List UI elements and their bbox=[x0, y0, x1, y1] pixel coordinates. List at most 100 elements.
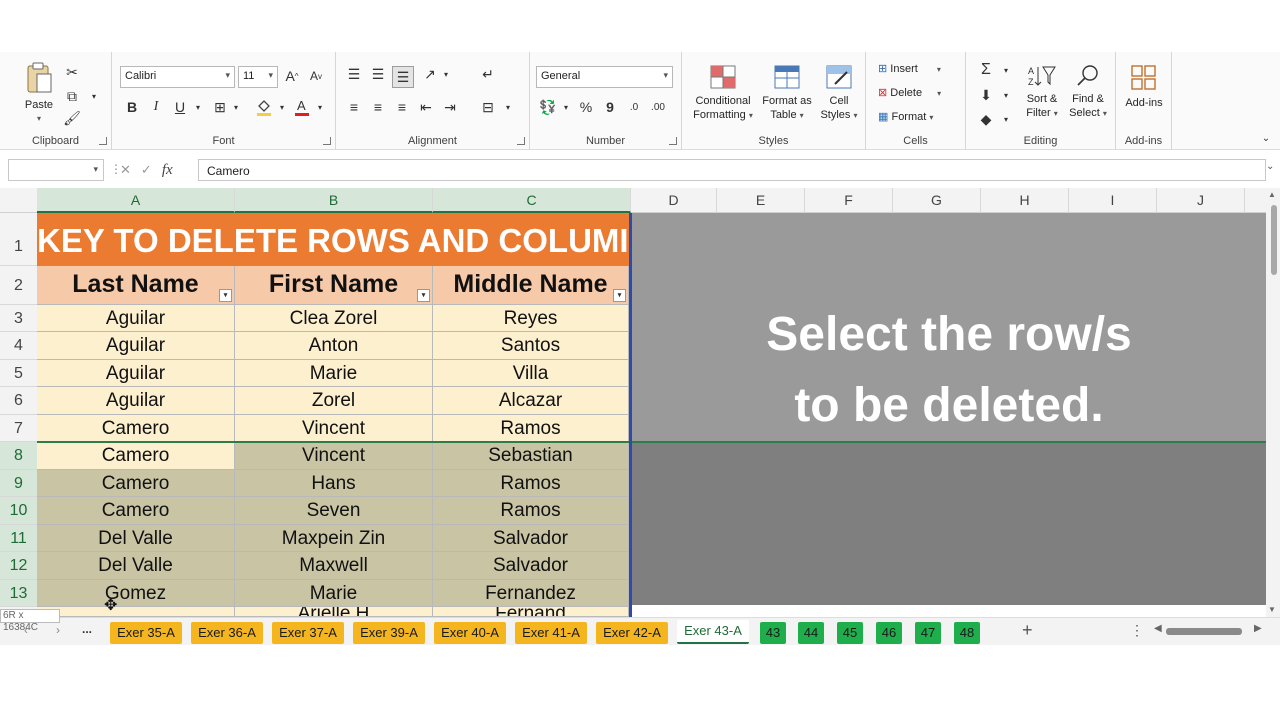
table-cell[interactable]: Maxpein Zin bbox=[235, 525, 433, 552]
row-header-8[interactable]: 8 bbox=[0, 442, 37, 470]
table-cell[interactable]: Salvador bbox=[433, 552, 629, 580]
find-select-button[interactable]: Find & Select ▾ bbox=[1066, 64, 1110, 121]
table-cell[interactable]: Clea Zorel bbox=[235, 305, 433, 332]
sheet-tab[interactable]: 47 bbox=[915, 622, 941, 644]
table-cell[interactable]: Del Valle bbox=[37, 552, 235, 580]
delete-button[interactable]: ⊠ Delete ▾ bbox=[878, 86, 941, 99]
fill-color-caret-icon[interactable]: ▾ bbox=[272, 97, 292, 117]
row-header-9[interactable]: 9 bbox=[0, 470, 37, 497]
filter-dropdown-icon[interactable]: ▾ bbox=[613, 289, 626, 302]
sheet-tab[interactable]: Exer 37-A bbox=[272, 622, 344, 644]
sheet-tab[interactable]: Exer 39-A bbox=[353, 622, 425, 644]
hscroll-right-icon[interactable]: ▶ bbox=[1254, 623, 1262, 634]
table-cell[interactable]: Ramos bbox=[433, 497, 629, 525]
table-cell-partial[interactable] bbox=[37, 607, 235, 617]
column-header-c[interactable]: C bbox=[433, 188, 631, 213]
insert-button[interactable]: ⊞ Insert ▾ bbox=[878, 62, 941, 75]
table-cell[interactable]: Seven bbox=[235, 497, 433, 525]
table-cell[interactable]: Aguilar bbox=[37, 332, 235, 360]
sheet-tab[interactable]: Exer 36-A bbox=[191, 622, 263, 644]
clear-icon[interactable]: ◆ bbox=[976, 109, 996, 129]
sheet-tab[interactable]: Exer 41-A bbox=[515, 622, 587, 644]
table-cell[interactable]: Reyes bbox=[433, 305, 629, 332]
table-cell[interactable]: Alcazar bbox=[433, 387, 629, 415]
alignment-launcher-icon[interactable] bbox=[517, 137, 525, 145]
borders-caret-icon[interactable]: ▾ bbox=[226, 97, 246, 117]
merge-caret-icon[interactable]: ▾ bbox=[498, 97, 518, 117]
cancel-icon[interactable]: ✕ bbox=[120, 162, 131, 178]
table-cell[interactable]: Vincent bbox=[235, 415, 433, 442]
table-cell[interactable]: Marie bbox=[235, 580, 433, 607]
top-align-icon[interactable]: ☰ bbox=[344, 64, 364, 84]
underline-caret-icon[interactable]: ▾ bbox=[188, 97, 208, 117]
table-cell[interactable]: Marie bbox=[235, 360, 433, 387]
add-sheet-button[interactable]: + bbox=[1022, 620, 1033, 641]
clipboard-launcher-icon[interactable] bbox=[99, 137, 107, 145]
align-right-icon[interactable]: ≡ bbox=[392, 97, 412, 117]
row-header-1[interactable]: 1 bbox=[0, 213, 37, 266]
table-cell[interactable]: Hans bbox=[235, 470, 433, 497]
horizontal-scroll-thumb[interactable] bbox=[1166, 628, 1242, 635]
cut-icon[interactable]: ✂ bbox=[62, 62, 82, 82]
table-cell[interactable]: Anton bbox=[235, 332, 433, 360]
column-header-a[interactable]: A bbox=[37, 188, 235, 213]
collapse-ribbon-icon[interactable]: ⌄ bbox=[1256, 128, 1276, 148]
filter-dropdown-icon[interactable]: ▾ bbox=[417, 289, 430, 302]
font-color-icon[interactable]: A bbox=[292, 97, 312, 117]
increase-font-icon[interactable]: A ^ bbox=[282, 66, 302, 86]
column-header-f[interactable]: F bbox=[805, 188, 893, 213]
increase-decimal-icon[interactable]: .0 bbox=[624, 97, 644, 117]
italic-button[interactable]: I bbox=[146, 97, 166, 117]
hscroll-left-icon[interactable]: ◀ bbox=[1154, 623, 1162, 634]
row-header-6[interactable]: 6 bbox=[0, 387, 37, 415]
table-header-cell[interactable]: Last Name ▾ bbox=[37, 266, 235, 305]
sheet-tab[interactable]: Exer 40-A bbox=[434, 622, 506, 644]
table-cell[interactable]: Del Valle bbox=[37, 525, 235, 552]
cell-styles-button[interactable]: Cell Styles ▾ bbox=[816, 64, 862, 123]
table-cell[interactable]: Ramos bbox=[433, 470, 629, 497]
copy-icon[interactable]: ⧉ bbox=[62, 86, 82, 106]
format-painter-icon[interactable]: 🖌 bbox=[62, 108, 82, 128]
sheet-tab[interactable]: Exer 35-A bbox=[110, 622, 182, 644]
addins-button[interactable]: Add-ins bbox=[1120, 64, 1168, 110]
vertical-scroll-thumb[interactable] bbox=[1271, 205, 1277, 275]
formula-input[interactable]: Camero bbox=[198, 159, 1266, 181]
sheet-tab[interactable]: 48 bbox=[954, 622, 980, 644]
row-header-11[interactable]: 11 bbox=[0, 525, 37, 552]
font-launcher-icon[interactable] bbox=[323, 137, 331, 145]
row-header-10[interactable]: 10 bbox=[0, 497, 37, 525]
underline-button[interactable]: U bbox=[170, 97, 190, 117]
table-cell[interactable]: Aguilar bbox=[37, 360, 235, 387]
column-header-j[interactable]: J bbox=[1157, 188, 1245, 213]
column-header-e[interactable]: E bbox=[717, 188, 805, 213]
align-left-icon[interactable]: ≡ bbox=[344, 97, 364, 117]
enter-icon[interactable]: ✓ bbox=[141, 162, 152, 178]
column-header-h[interactable]: H bbox=[981, 188, 1069, 213]
column-header-d[interactable]: D bbox=[631, 188, 717, 213]
row-header-5[interactable]: 5 bbox=[0, 360, 37, 387]
name-box[interactable]: ▾ bbox=[8, 159, 104, 181]
row-header-13[interactable]: 13 bbox=[0, 580, 37, 607]
fill-color-icon[interactable] bbox=[254, 97, 274, 117]
table-cell[interactable]: Gomez bbox=[37, 580, 235, 607]
table-cell-partial[interactable]: Fernand bbox=[433, 607, 629, 617]
autosum-icon[interactable]: Σ bbox=[976, 60, 996, 80]
sheet-tab[interactable]: Exer 42-A bbox=[596, 622, 668, 644]
row-header-3[interactable]: 3 bbox=[0, 305, 37, 332]
decrease-font-icon[interactable]: Av bbox=[306, 66, 326, 86]
wrap-text-icon[interactable]: ↵ bbox=[478, 64, 498, 84]
font-size-dropdown[interactable]: 11 ▾ bbox=[238, 66, 278, 88]
comma-style-button[interactable]: 9 bbox=[600, 97, 620, 117]
orientation-caret-icon[interactable]: ▾ bbox=[436, 64, 456, 84]
row-header-4[interactable]: 4 bbox=[0, 332, 37, 360]
table-header-cell[interactable]: Middle Name ▾ bbox=[433, 266, 629, 305]
paste-button[interactable]: Paste ▾ bbox=[20, 62, 58, 126]
merge-center-icon[interactable]: ⊟ bbox=[478, 97, 498, 117]
column-header-b[interactable]: B bbox=[235, 188, 433, 213]
table-cell[interactable]: Salvador bbox=[433, 525, 629, 552]
next-sheet-icon[interactable]: › bbox=[56, 623, 60, 637]
sheet-tab[interactable]: 45 bbox=[837, 622, 863, 644]
sheet-tab[interactable]: 43 bbox=[760, 622, 786, 644]
filter-dropdown-icon[interactable]: ▾ bbox=[219, 289, 232, 302]
table-cell[interactable]: Villa bbox=[433, 360, 629, 387]
